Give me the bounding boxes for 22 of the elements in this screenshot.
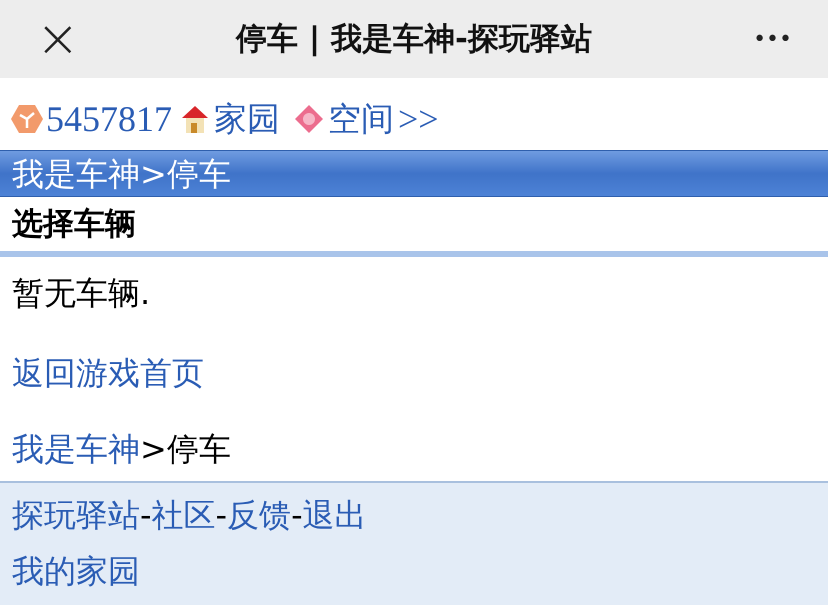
nav-link[interactable]: 探玩驿站 bbox=[12, 491, 140, 539]
more-button[interactable]: ••• bbox=[732, 22, 792, 56]
nav-link[interactable]: 反馈 bbox=[227, 491, 292, 539]
message-text: 暂无车辆. bbox=[11, 273, 152, 314]
separator-text: - bbox=[291, 495, 303, 536]
nav-link[interactable]: 退出 bbox=[302, 491, 367, 539]
user-id-link[interactable]: 5457817 bbox=[46, 92, 172, 146]
close-button[interactable]: × bbox=[36, 13, 96, 65]
hexagon-icon bbox=[10, 103, 44, 135]
title-bar: 我是车神>停车 bbox=[0, 150, 828, 197]
separator-text: - bbox=[216, 495, 228, 536]
home-link[interactable]: 家园 bbox=[214, 94, 280, 144]
page-title: 停车 | 我是车神-探玩驿站 bbox=[234, 20, 593, 59]
space-link[interactable]: 空间 bbox=[328, 94, 394, 144]
nav-link[interactable]: 我是车神 bbox=[12, 425, 140, 473]
section-title: 选择车辆 bbox=[0, 197, 828, 257]
back-link[interactable]: 返回游戏首页 bbox=[12, 349, 204, 397]
nav-link[interactable]: 我的家园 bbox=[12, 547, 140, 595]
separator-text: >停车 bbox=[140, 429, 231, 470]
separator-text: - bbox=[140, 495, 152, 536]
nav-link[interactable]: 社区 bbox=[152, 491, 216, 539]
more-link[interactable]: >> bbox=[398, 92, 439, 146]
